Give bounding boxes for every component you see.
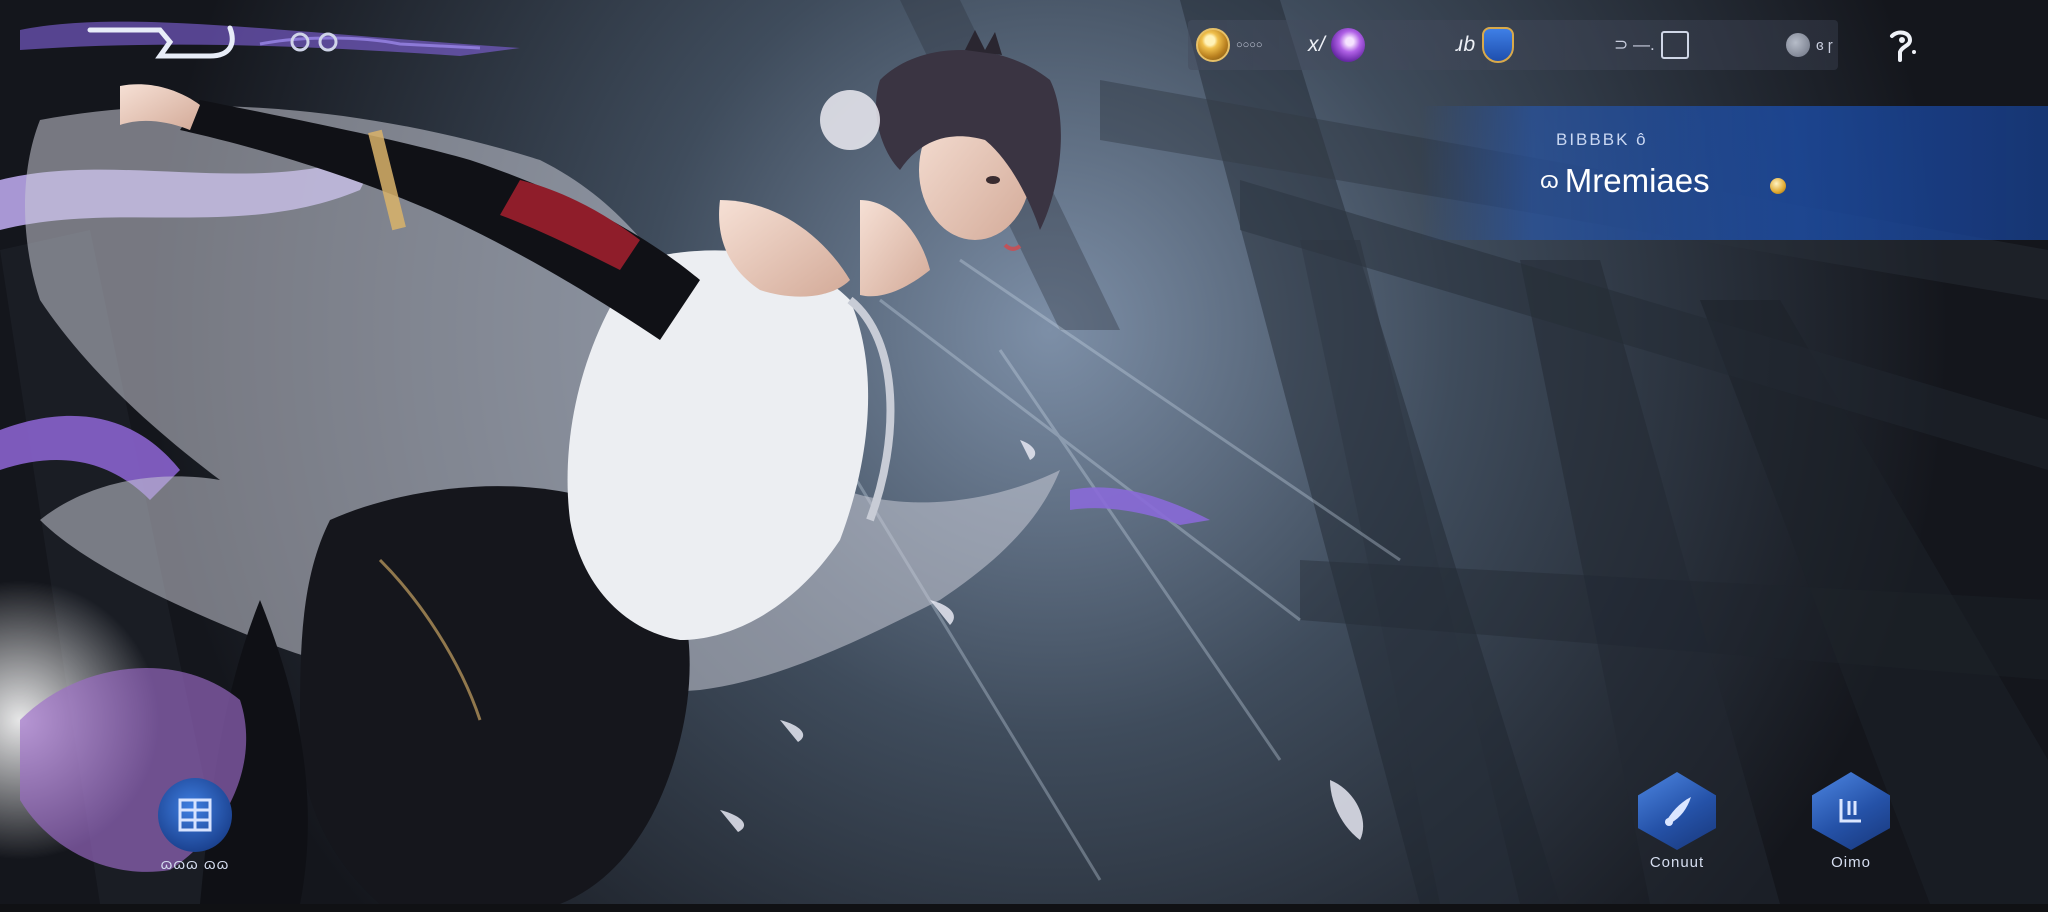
quill-button[interactable]: Conuut bbox=[1638, 772, 1716, 871]
banner-lead-glyph: ɷ bbox=[1540, 167, 1559, 194]
game-logo bbox=[87, 25, 481, 59]
resource-gold[interactable]: ○○○○ bbox=[1196, 20, 1263, 70]
bracket-button[interactable]: Oimo bbox=[1812, 772, 1890, 871]
shield-crest-icon bbox=[1481, 27, 1514, 63]
character-name-text: Mremiaes bbox=[1564, 162, 1710, 199]
purple-gem-icon bbox=[1331, 28, 1366, 62]
character-name[interactable]: ɷ Mremiaes bbox=[1540, 162, 1710, 200]
logo-glyph-icon bbox=[87, 25, 235, 59]
resource-card[interactable]: ⊃ —. bbox=[1614, 20, 1689, 70]
gray-token-icon bbox=[1786, 33, 1810, 57]
gear-icon[interactable] bbox=[1884, 28, 1920, 64]
resource-value: ○○○○ bbox=[1236, 39, 1263, 51]
character-banner bbox=[1420, 106, 2048, 240]
menu-grid-icon bbox=[158, 778, 232, 852]
resource-crest[interactable]: ɹb bbox=[1456, 20, 1514, 70]
bracket-icon bbox=[1812, 772, 1890, 850]
resource-value: ɹb bbox=[1456, 33, 1476, 56]
card-icon bbox=[1660, 31, 1689, 59]
resource-value: ⊃ —. bbox=[1614, 35, 1655, 54]
menu-button-label: ɷɷɷ ɷɷ bbox=[160, 856, 230, 873]
gold-coin-icon bbox=[1196, 28, 1230, 62]
resource-value: x/ bbox=[1308, 33, 1326, 56]
quill-icon bbox=[1638, 772, 1716, 850]
resource-value: ɞ ɼ bbox=[1816, 36, 1833, 54]
resource-gem[interactable]: x/ bbox=[1308, 20, 1366, 70]
bracket-button-label: Oimo bbox=[1831, 854, 1871, 871]
quill-button-label: Conuut bbox=[1649, 854, 1705, 871]
resource-token[interactable]: ɞ ɼ bbox=[1786, 20, 1833, 70]
resource-bar: ○○○○ x/ ɹb ⊃ —. ɞ ɼ bbox=[1188, 20, 1838, 70]
banner-subtitle: BIBBBK ô bbox=[1556, 130, 1648, 149]
menu-button[interactable]: ɷɷɷ ɷɷ bbox=[158, 778, 232, 873]
coin-badge-icon bbox=[1770, 178, 1786, 194]
bottom-edge-strip bbox=[0, 904, 2048, 912]
